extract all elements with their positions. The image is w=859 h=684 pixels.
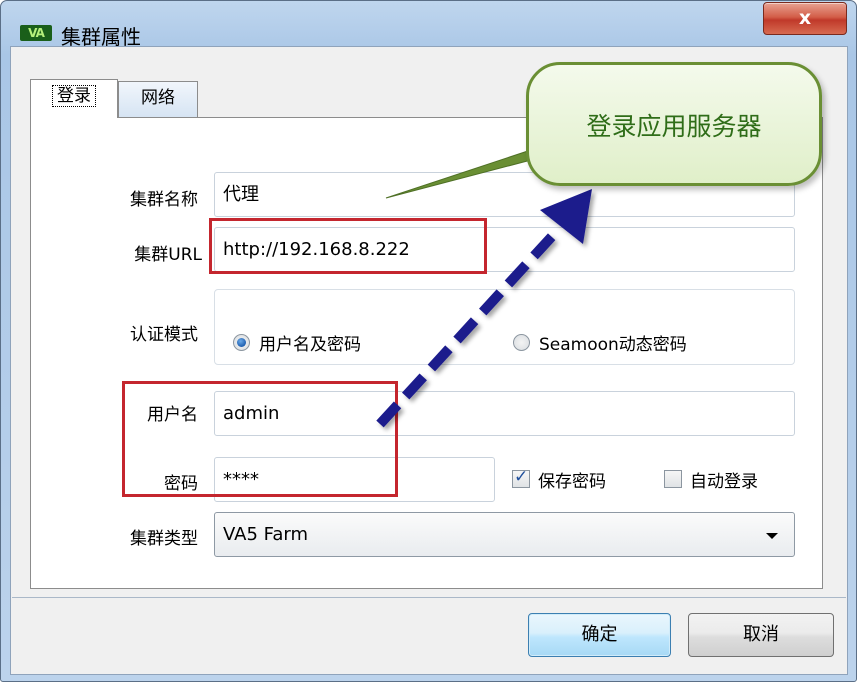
tab-login-label: 登录 xyxy=(52,85,96,107)
auto-login-label[interactable]: 自动登录 xyxy=(690,467,758,492)
tab-network[interactable]: 网络 xyxy=(118,81,198,117)
close-button[interactable]: x xyxy=(763,2,847,35)
tab-network-label: 网络 xyxy=(141,88,175,108)
cluster-type-value: VA5 Farm xyxy=(223,524,308,545)
save-password-label[interactable]: 保存密码 xyxy=(538,467,606,492)
auto-login-checkbox[interactable] xyxy=(664,470,682,488)
chevron-down-icon xyxy=(766,533,778,539)
button-bar-divider xyxy=(12,597,846,598)
radio-seamoon[interactable] xyxy=(513,334,530,351)
cluster-type-select[interactable]: VA5 Farm xyxy=(214,512,795,557)
callout-bubble: 登录应用服务器 xyxy=(526,62,822,186)
auth-mode-label: 认证模式 xyxy=(130,325,198,345)
cluster-type-label: 集群类型 xyxy=(130,529,198,549)
radio-seamoon-label[interactable]: Seamoon动态密码 xyxy=(539,330,687,355)
highlight-box-url xyxy=(209,218,487,274)
cluster-url-label: 集群URL xyxy=(134,245,202,265)
app-logo-icon: VA xyxy=(20,25,52,41)
tab-login[interactable]: 登录 xyxy=(30,79,118,118)
cluster-name-label: 集群名称 xyxy=(130,190,198,210)
title-bar[interactable]: VA 集群属性 x xyxy=(1,1,858,49)
ok-button[interactable]: 确定 xyxy=(528,613,671,657)
save-password-checkbox[interactable] xyxy=(512,467,530,488)
cancel-button[interactable]: 取消 xyxy=(688,613,834,657)
highlight-box-credentials xyxy=(122,381,398,497)
radio-username-password[interactable] xyxy=(233,334,250,351)
radio-username-password-label[interactable]: 用户名及密码 xyxy=(259,330,361,355)
